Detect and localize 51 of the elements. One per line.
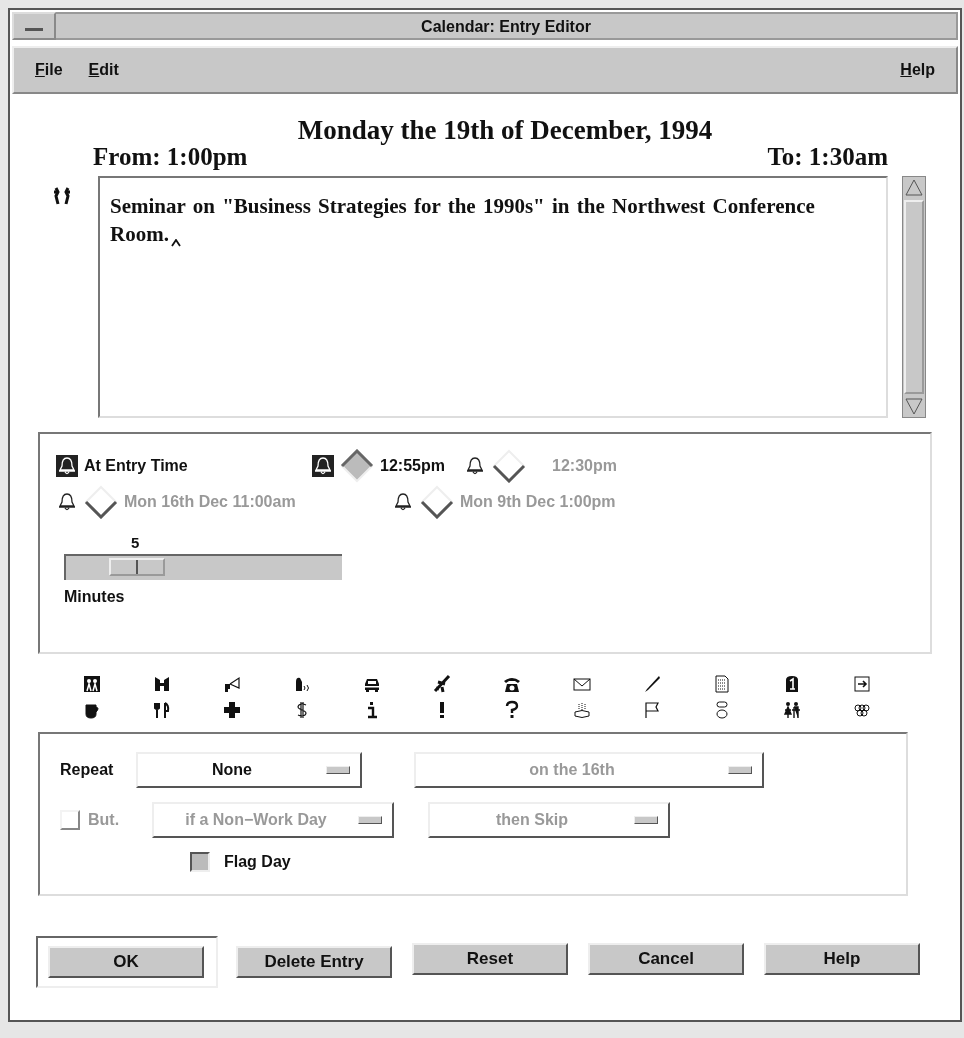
couple-icon[interactable]	[782, 700, 802, 720]
to-time: To: 1:30am	[767, 144, 888, 170]
slider-thumb[interactable]	[109, 558, 166, 576]
dropdown[interactable]: None	[136, 752, 362, 788]
date-heading: Monday the 19th of December, 1994	[296, 116, 714, 144]
dialog-button[interactable]: Delete Entry	[236, 946, 392, 978]
menu-item[interactable]: Edit	[75, 61, 132, 79]
pencil-icon[interactable]	[642, 674, 662, 694]
but-label: But.	[88, 811, 121, 829]
scroll-up-icon[interactable]	[903, 177, 925, 199]
menu-item[interactable]: File	[22, 61, 76, 79]
text-cursor-icon	[170, 239, 181, 247]
alarm-label: Mon 16th Dec 11:00am	[124, 493, 296, 511]
bell-icon[interactable]	[392, 491, 414, 513]
cross-icon[interactable]	[222, 700, 242, 720]
birthday-cake-icon[interactable]	[572, 700, 592, 720]
scroll-down-icon[interactable]	[903, 395, 925, 417]
bell-icon[interactable]	[56, 455, 78, 477]
from-time: From: 1:00pm	[93, 144, 248, 170]
bell-icon[interactable]	[56, 491, 78, 513]
radio-diamond[interactable]	[84, 485, 118, 519]
people-icon[interactable]	[82, 674, 102, 694]
megaphone-icon[interactable]	[222, 674, 242, 694]
radio-diamond[interactable]	[340, 449, 374, 483]
fork-knife-icon[interactable]	[152, 700, 172, 720]
radio-diamond[interactable]	[492, 449, 526, 483]
flag-day-checkbox[interactable]	[190, 852, 210, 872]
entry-text-area[interactable]: Seminar on "Business Strategies for the 1990s" in the Northwest Conference Room.	[98, 176, 888, 418]
alarm-label: 12:30pm	[552, 457, 617, 475]
minutes-slider[interactable]	[64, 554, 342, 580]
menu-item[interactable]: Help	[887, 61, 948, 79]
flag-day-label: Flag Day	[224, 853, 291, 871]
slider-value: 5	[131, 534, 140, 551]
bell-icon[interactable]	[312, 455, 334, 477]
flag-icon[interactable]	[642, 700, 662, 720]
scrollbar[interactable]	[902, 176, 926, 418]
slider-label: Minutes	[64, 588, 126, 606]
alarm-label: Mon 9th Dec 1:00pm	[460, 493, 616, 511]
alarm-label: 12:55pm	[380, 457, 446, 475]
document-icon[interactable]	[712, 674, 732, 694]
window-title: Calendar: Entry Editor	[56, 12, 958, 40]
bell-icon[interactable]	[464, 455, 486, 477]
people-icon	[52, 186, 72, 206]
dialog-button[interactable]: OK	[48, 946, 204, 978]
radio-diamond[interactable]	[420, 485, 454, 519]
window-menu-button[interactable]	[12, 12, 56, 40]
dialog-button[interactable]: Cancel	[588, 942, 744, 975]
alarm-label: At Entry Time	[84, 457, 188, 475]
repeat-label: Repeat	[60, 761, 115, 779]
dialog-button[interactable]: Help	[764, 942, 920, 975]
dialog-button[interactable]: Reset	[412, 942, 568, 975]
